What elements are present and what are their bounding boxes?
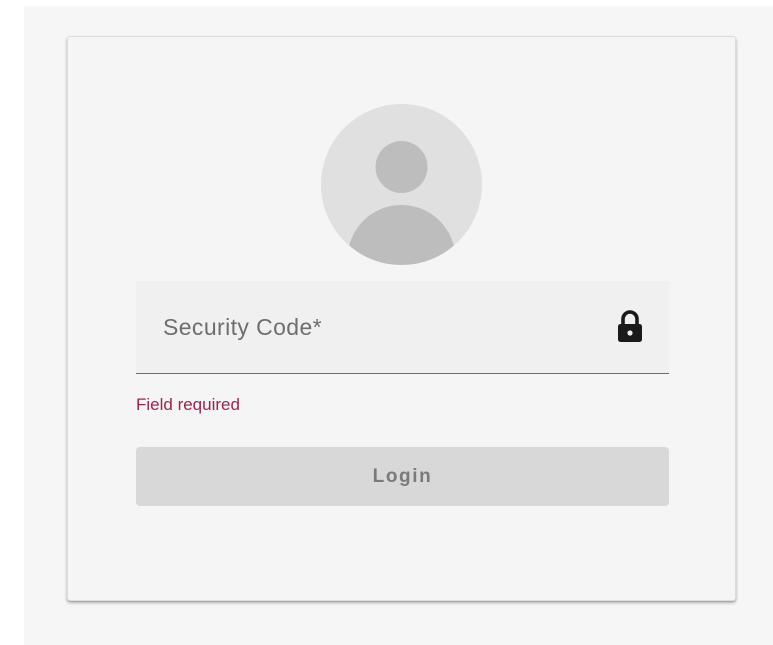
lock-icon <box>615 309 645 345</box>
account-circle-icon <box>321 104 482 265</box>
login-card: Field required Login <box>67 36 736 601</box>
avatar-icon <box>321 104 482 265</box>
login-button[interactable]: Login <box>136 447 669 506</box>
security-code-field[interactable] <box>136 281 669 374</box>
security-code-input[interactable] <box>136 281 669 373</box>
field-error-message: Field required <box>136 395 240 414</box>
